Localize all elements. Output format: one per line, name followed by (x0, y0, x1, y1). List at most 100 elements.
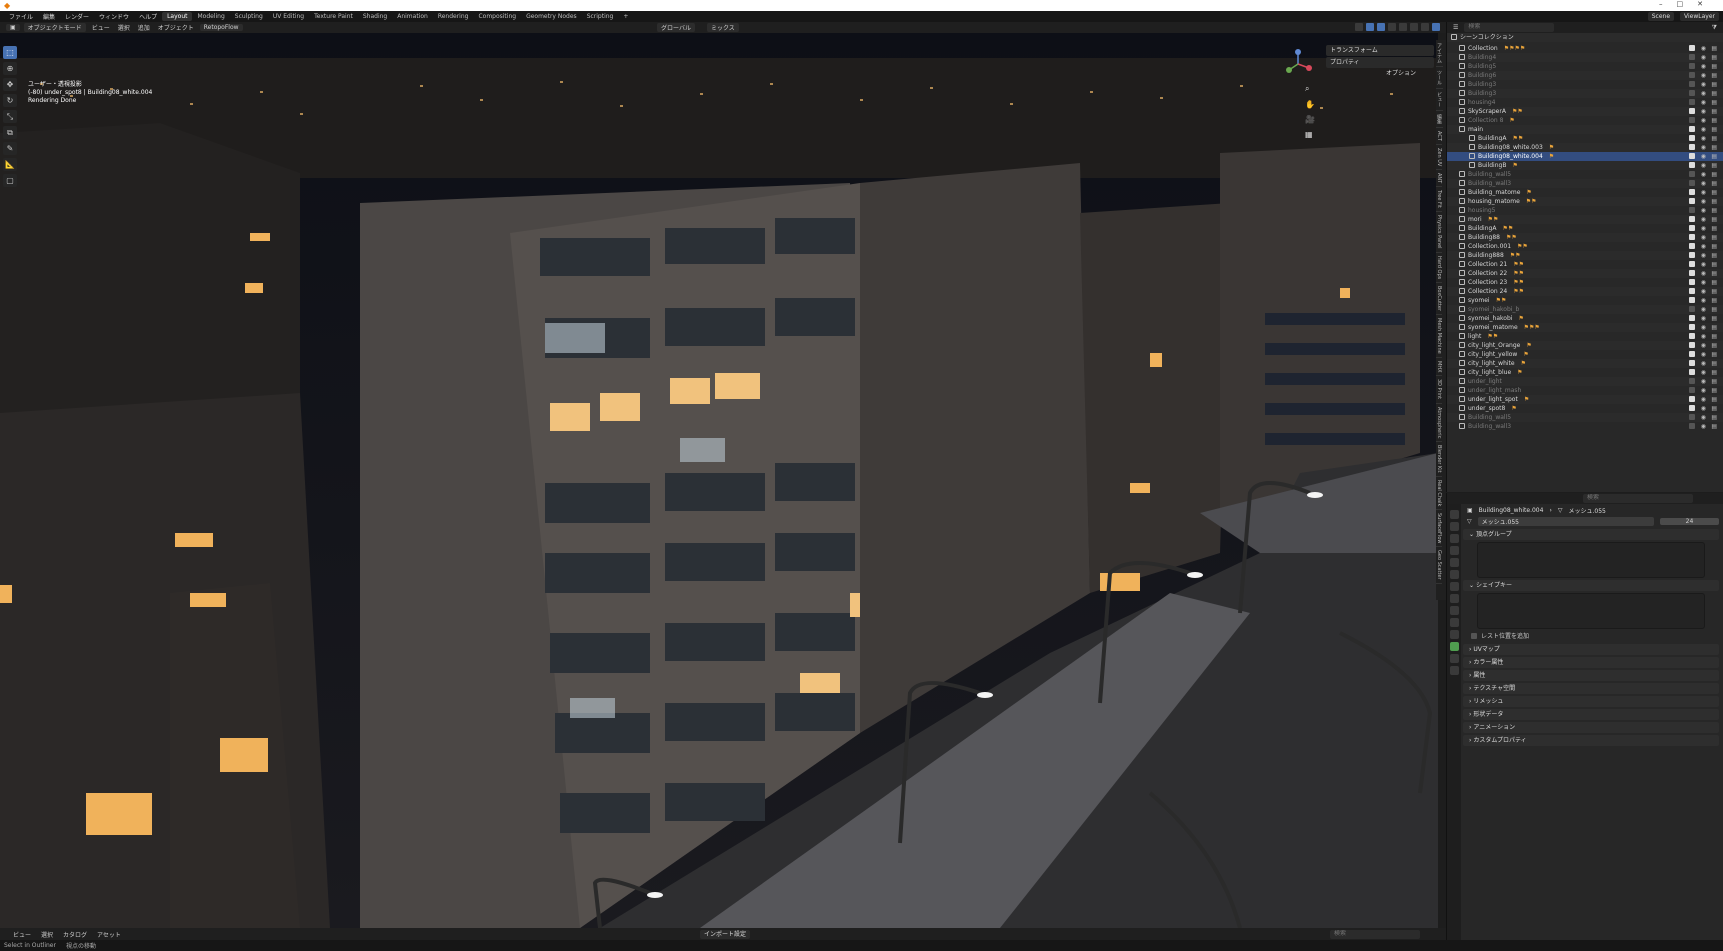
mesh-users-count[interactable]: 24 (1659, 518, 1719, 525)
camera-icon[interactable]: ▤ (1711, 368, 1717, 377)
outliner-row[interactable]: syomei ⚑⚑ ◉ ▤ (1447, 296, 1723, 305)
eye-icon[interactable]: ◉ (1701, 44, 1706, 53)
eye-icon[interactable]: ◉ (1701, 152, 1706, 161)
exclude-checkbox[interactable] (1689, 45, 1695, 51)
eye-icon[interactable]: ◉ (1701, 413, 1706, 422)
outliner-row[interactable]: Building5 ◉ ▤ (1447, 62, 1723, 71)
outliner-row[interactable]: under_spot8 ⚑ ◉ ▤ (1447, 404, 1723, 413)
camera-icon[interactable]: ▤ (1711, 359, 1717, 368)
rotate-tool-icon[interactable]: ↻ (3, 94, 17, 107)
mesh-data-tab-icon[interactable] (1449, 642, 1459, 651)
eye-icon[interactable]: ◉ (1701, 143, 1706, 152)
camera-icon[interactable]: ▤ (1711, 44, 1717, 53)
workspace-tab-shading[interactable]: Shading (358, 12, 392, 21)
camera-icon[interactable]: ▤ (1711, 233, 1717, 242)
3d-viewport[interactable]: ユーザー・透視投影 (-80) under_spot8 | Building08… (0, 33, 1438, 928)
exclude-checkbox[interactable] (1689, 81, 1695, 87)
eye-icon[interactable]: ◉ (1701, 332, 1706, 341)
outliner-row[interactable]: under_light_mash ◉ ▤ (1447, 386, 1723, 395)
eye-icon[interactable]: ◉ (1701, 341, 1706, 350)
exclude-checkbox[interactable] (1689, 135, 1695, 141)
camera-icon[interactable]: ▤ (1711, 215, 1717, 224)
outliner-row[interactable]: under_light ◉ ▤ (1447, 377, 1723, 386)
sidebar-tab[interactable]: Blender Kit (1436, 442, 1442, 477)
panel-shape-keys[interactable]: ⌄ シェイプキー (1463, 580, 1719, 591)
outliner-row[interactable]: Building3 ◉ ▤ (1447, 80, 1723, 89)
camera-icon[interactable]: ▤ (1711, 395, 1717, 404)
eye-icon[interactable]: ◉ (1701, 269, 1706, 278)
camera-icon[interactable]: ▤ (1711, 323, 1717, 332)
sidebar-tab[interactable]: ACT (1436, 128, 1442, 145)
exclude-checkbox[interactable] (1689, 324, 1695, 330)
header-menu-select[interactable]: 選択 (114, 23, 134, 32)
outliner-row[interactable]: Building4 ◉ ▤ (1447, 53, 1723, 62)
eye-icon[interactable]: ◉ (1701, 386, 1706, 395)
exclude-checkbox[interactable] (1689, 180, 1695, 186)
outliner-row[interactable]: Building_matome ⚑ ◉ ▤ (1447, 188, 1723, 197)
add-cube-tool-icon[interactable]: ▢ (3, 174, 17, 187)
outliner-row[interactable]: Building_wall3 ◉ ▤ (1447, 422, 1723, 431)
outliner-row[interactable]: Building888 ⚑⚑ ◉ ▤ (1447, 251, 1723, 260)
exclude-checkbox[interactable] (1689, 333, 1695, 339)
camera-icon[interactable]: ▤ (1711, 314, 1717, 323)
output-tab-icon[interactable] (1449, 534, 1459, 543)
camera-icon[interactable]: ▤ (1711, 350, 1717, 359)
eye-icon[interactable]: ◉ (1701, 71, 1706, 80)
bottom-menu-select[interactable]: 選択 (36, 930, 58, 939)
cursor-tool-icon[interactable]: ⊕ (3, 62, 17, 75)
exclude-checkbox[interactable] (1689, 369, 1695, 375)
bottom-menu-catalog[interactable]: カタログ (58, 930, 92, 939)
camera-icon[interactable]: ▤ (1711, 251, 1717, 260)
physics-tab-icon[interactable] (1449, 618, 1459, 627)
camera-icon[interactable]: ▤ (1711, 287, 1717, 296)
outliner-row[interactable]: housing4 ◉ ▤ (1447, 98, 1723, 107)
sidebar-tab[interactable]: アイテム (1436, 40, 1443, 67)
camera-icon[interactable]: ▤ (1711, 161, 1717, 170)
camera-icon[interactable]: ▤ (1711, 71, 1717, 80)
menu-render[interactable]: レンダー (60, 12, 94, 21)
sidebar-tab[interactable]: MHX (1436, 358, 1442, 377)
eye-icon[interactable]: ◉ (1701, 125, 1706, 134)
view-layer-tab-icon[interactable] (1449, 546, 1459, 555)
particles-tab-icon[interactable] (1449, 606, 1459, 615)
header-menu-add[interactable]: 追加 (134, 23, 154, 32)
exclude-checkbox[interactable] (1689, 342, 1695, 348)
outliner-row[interactable]: Building08_white.003 ⚑ ◉ ▤ (1447, 143, 1723, 152)
viewport-options-button[interactable]: オプション (1386, 68, 1416, 77)
camera-icon[interactable]: ▤ (1711, 53, 1717, 62)
exclude-checkbox[interactable] (1689, 162, 1695, 168)
menu-window[interactable]: ウィンドウ (94, 12, 134, 21)
eye-icon[interactable]: ◉ (1701, 188, 1706, 197)
mesh-name-field[interactable]: メッシュ.055 (1477, 517, 1654, 526)
select-box-tool-icon[interactable]: ⬚ (3, 46, 17, 59)
camera-icon[interactable]: ▤ (1711, 278, 1717, 287)
exclude-checkbox[interactable] (1689, 171, 1695, 177)
pan-hand-icon[interactable]: ✋ (1305, 100, 1315, 109)
filter-icon[interactable]: ⧩ (1712, 24, 1723, 32)
camera-icon[interactable]: ▤ (1711, 143, 1717, 152)
exclude-checkbox[interactable] (1689, 225, 1695, 231)
camera-icon[interactable]: ▤ (1711, 179, 1717, 188)
camera-icon[interactable]: ▤ (1711, 341, 1717, 350)
navigation-gizmo[interactable] (1282, 48, 1314, 80)
eye-icon[interactable]: ◉ (1701, 323, 1706, 332)
menu-edit[interactable]: 編集 (38, 12, 60, 21)
eye-icon[interactable]: ◉ (1701, 233, 1706, 242)
snap-dropdown[interactable]: ミックス (706, 23, 739, 32)
eye-icon[interactable]: ◉ (1701, 206, 1706, 215)
transform-tool-icon[interactable]: ⧉ (3, 126, 17, 139)
workspace-tab-animation[interactable]: Animation (392, 12, 433, 21)
eye-icon[interactable]: ◉ (1701, 251, 1706, 260)
outliner-row[interactable]: housing_matome ⚑⚑ ◉ ▤ (1447, 197, 1723, 206)
object-tab-icon[interactable] (1449, 582, 1459, 591)
sidebar-tab[interactable]: Hard Ops (1436, 253, 1442, 284)
exclude-checkbox[interactable] (1689, 72, 1695, 78)
outliner-row[interactable]: city_light_white ⚑ ◉ ▤ (1447, 359, 1723, 368)
outliner-row[interactable]: Collection 22 ⚑⚑ ◉ ▤ (1447, 269, 1723, 278)
menu-help[interactable]: ヘルプ (134, 12, 162, 21)
panel-properties[interactable]: プロパティ (1326, 57, 1434, 68)
outliner-row[interactable]: BuildingA ⚑⚑ ◉ ▤ (1447, 224, 1723, 233)
shading-wireframe-icon[interactable] (1399, 23, 1407, 31)
modifier-tab-icon[interactable] (1449, 594, 1459, 603)
render-tab-icon[interactable] (1449, 522, 1459, 531)
